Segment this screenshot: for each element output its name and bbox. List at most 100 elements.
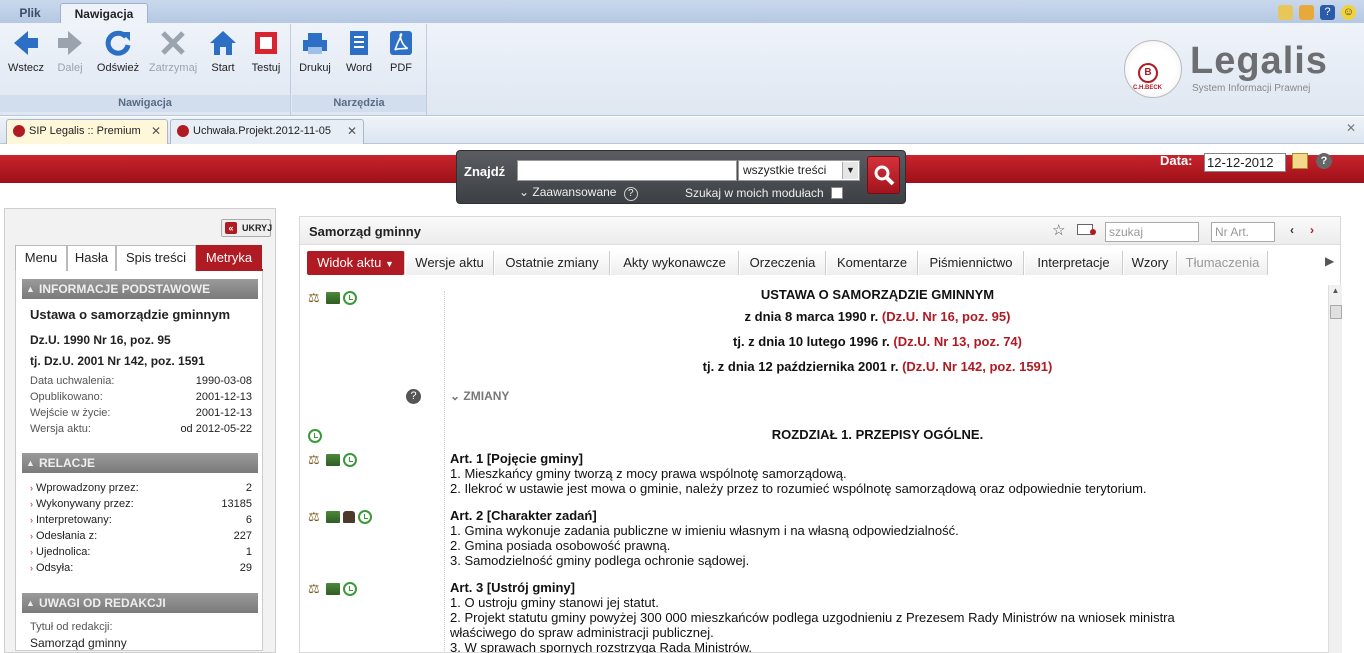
advanced-search-link[interactable]: ⌄ Zaawansowane ? (519, 185, 638, 201)
print-button[interactable]: Drukuj (295, 28, 335, 74)
tab-hasla[interactable]: Hasła (67, 245, 116, 271)
clock-icon[interactable] (343, 453, 357, 467)
home-button[interactable]: Start (203, 28, 243, 74)
tab-wersje-aktu[interactable]: Wersje aktu (406, 251, 494, 275)
test-label: Testuj (251, 62, 281, 74)
info-row: Data uchwalenia: 1990-03-08 (30, 375, 252, 391)
relation-count: 13185 (221, 498, 252, 510)
close-all-tabs-icon[interactable]: ✕ (1346, 121, 1356, 135)
scales-icon[interactable]: ⚖ (308, 582, 323, 595)
act-ref-2: tj. Dz.U. 2001 Nr 142, poz. 1591 (30, 354, 205, 368)
pdf-button[interactable]: PDF (381, 28, 421, 74)
search-modules-option[interactable]: Szukaj w moich modułach (685, 186, 844, 200)
tab-widok-aktu[interactable]: Widok aktu ▼ (307, 251, 405, 275)
tab-wzory[interactable]: Wzory (1124, 251, 1177, 275)
search-scope-value: wszystkie treści (743, 163, 827, 177)
close-tab-icon[interactable]: ✕ (347, 120, 357, 142)
journal-link[interactable]: (Dz.U. Nr 13, poz. 74) (893, 334, 1022, 349)
help-icon[interactable]: ? (623, 187, 638, 201)
doc-tab-uchwala[interactable]: Uchwała.Projekt.2012-11-05 ✕ (170, 119, 364, 144)
search-button[interactable] (867, 156, 900, 194)
mail-icon[interactable] (1077, 224, 1096, 235)
modules-checkbox[interactable] (831, 187, 844, 199)
journal-link[interactable]: (Dz.U. Nr 16, poz. 95) (882, 309, 1011, 324)
search-scope-select[interactable]: wszystkie treści ▼ (738, 160, 860, 181)
tab-tlumaczenia[interactable]: Tłumaczenia (1178, 251, 1268, 275)
calendar-icon[interactable] (1292, 153, 1308, 169)
relation-link[interactable]: › Odsyła: 29 (30, 562, 252, 578)
info-value: 1990-03-08 (195, 375, 252, 387)
folder-star-icon[interactable] (1299, 5, 1314, 20)
test-button[interactable]: Testuj (246, 28, 286, 74)
relation-link[interactable]: › Wprowadzony przez: 2 (30, 482, 252, 498)
vertical-scrollbar[interactable]: ▲ (1328, 285, 1342, 653)
date-input[interactable]: 12-12-2012 (1204, 153, 1286, 172)
tab-komentarze[interactable]: Komentarze (827, 251, 918, 275)
relation-link[interactable]: › Interpretowany: 6 (30, 514, 252, 530)
document-search-input[interactable]: szukaj (1105, 222, 1199, 242)
star-icon[interactable]: ☆ (1052, 221, 1065, 239)
hide-panel-button[interactable]: « UKRYJ (221, 219, 272, 237)
home-label: Start (211, 62, 235, 74)
tab-pismiennictwo[interactable]: Piśmiennictwo (919, 251, 1024, 275)
word-button[interactable]: Word (339, 28, 379, 74)
back-button[interactable]: Wstecz (6, 28, 46, 74)
tab-spis-tresci[interactable]: Spis treści (116, 245, 196, 271)
smiley-icon[interactable]: ☺ (1341, 5, 1356, 20)
scroll-up-icon[interactable]: ▲ (1330, 286, 1341, 297)
stop-label: Zatrzymaj (148, 62, 198, 74)
help-icon[interactable]: ? (1316, 153, 1332, 169)
stop-button[interactable]: Zatrzymaj (146, 28, 200, 74)
stamp-icon[interactable] (343, 511, 355, 523)
help-icon[interactable]: ? (406, 389, 421, 404)
doc-tab-legalis[interactable]: SIP Legalis :: Premium ✕ (6, 119, 168, 144)
clock-icon[interactable] (358, 510, 372, 524)
forward-button[interactable]: Dalej (50, 28, 90, 74)
search-box: Znajdź wszystkie treści ▼ ⌄ Zaawansowane… (456, 150, 906, 204)
changes-toggle[interactable]: ⌄ ZMIANY (450, 389, 509, 403)
tab-menu[interactable]: Menu (15, 245, 67, 271)
search-input[interactable] (517, 160, 737, 181)
scrollbar-thumb[interactable] (1330, 305, 1342, 319)
chevron-down-icon[interactable]: ▼ (842, 162, 858, 179)
books-icon[interactable] (326, 454, 340, 466)
tab-interpretacje[interactable]: Interpretacje (1025, 251, 1123, 275)
changes-label: ZMIANY (463, 389, 510, 403)
print-label: Drukuj (299, 62, 331, 74)
refresh-button[interactable]: Odśwież (96, 28, 140, 74)
clock-icon[interactable] (343, 291, 357, 305)
relations-header[interactable]: ▲ RELACJE (22, 453, 258, 473)
tab-ostatnie-zmiany[interactable]: Ostatnie zmiany (495, 251, 610, 275)
article-number-input[interactable]: Nr Art. (1211, 222, 1275, 242)
pdf-label: PDF (390, 62, 412, 74)
close-tab-icon[interactable]: ✕ (151, 120, 161, 142)
basic-info-header[interactable]: ▲ INFORMACJE PODSTAWOWE (22, 279, 258, 299)
relation-link[interactable]: › Wykonywany przez: 13185 (30, 498, 252, 514)
relation-link[interactable]: › Odesłania z: 227 (30, 530, 252, 546)
scales-icon[interactable]: ⚖ (308, 510, 323, 523)
chevron-right-icon[interactable]: › (1310, 223, 1314, 237)
scales-icon[interactable]: ⚖ (308, 453, 323, 466)
clock-icon[interactable] (308, 429, 322, 443)
article-icons: ⚖ (308, 510, 372, 524)
books-icon[interactable] (326, 511, 340, 523)
books-icon[interactable] (326, 583, 340, 595)
tab-akty-wykonawcze[interactable]: Akty wykonawcze (611, 251, 739, 275)
clock-icon[interactable] (343, 582, 357, 596)
chevron-left-icon[interactable]: ‹ (1290, 223, 1294, 237)
tab-metryka[interactable]: Metryka (196, 245, 262, 271)
help-icon[interactable]: ? (1320, 5, 1335, 20)
folder-icon[interactable] (1278, 5, 1293, 20)
scales-icon[interactable]: ⚖ (308, 291, 323, 304)
journal-link[interactable]: (Dz.U. Nr 142, poz. 1591) (902, 359, 1052, 374)
bullet-icon: › (30, 515, 33, 525)
tab-orzeczenia[interactable]: Orzeczenia (740, 251, 826, 275)
notes-header[interactable]: ▲ UWAGI OD REDAKCJI (22, 593, 258, 613)
scroll-tabs-right-icon[interactable]: ▶ (1325, 254, 1334, 268)
relation-link[interactable]: › Ujednolica: 1 (30, 546, 252, 562)
books-icon[interactable] (326, 292, 340, 304)
article-icons: ⚖ (308, 582, 357, 596)
metryka-content: ▲ INFORMACJE PODSTAWOWE Ustawa o samorząd… (15, 271, 263, 651)
ribbon-tab-plik[interactable]: Plik (4, 3, 56, 23)
ribbon-tab-nawigacja[interactable]: Nawigacja (60, 3, 148, 23)
